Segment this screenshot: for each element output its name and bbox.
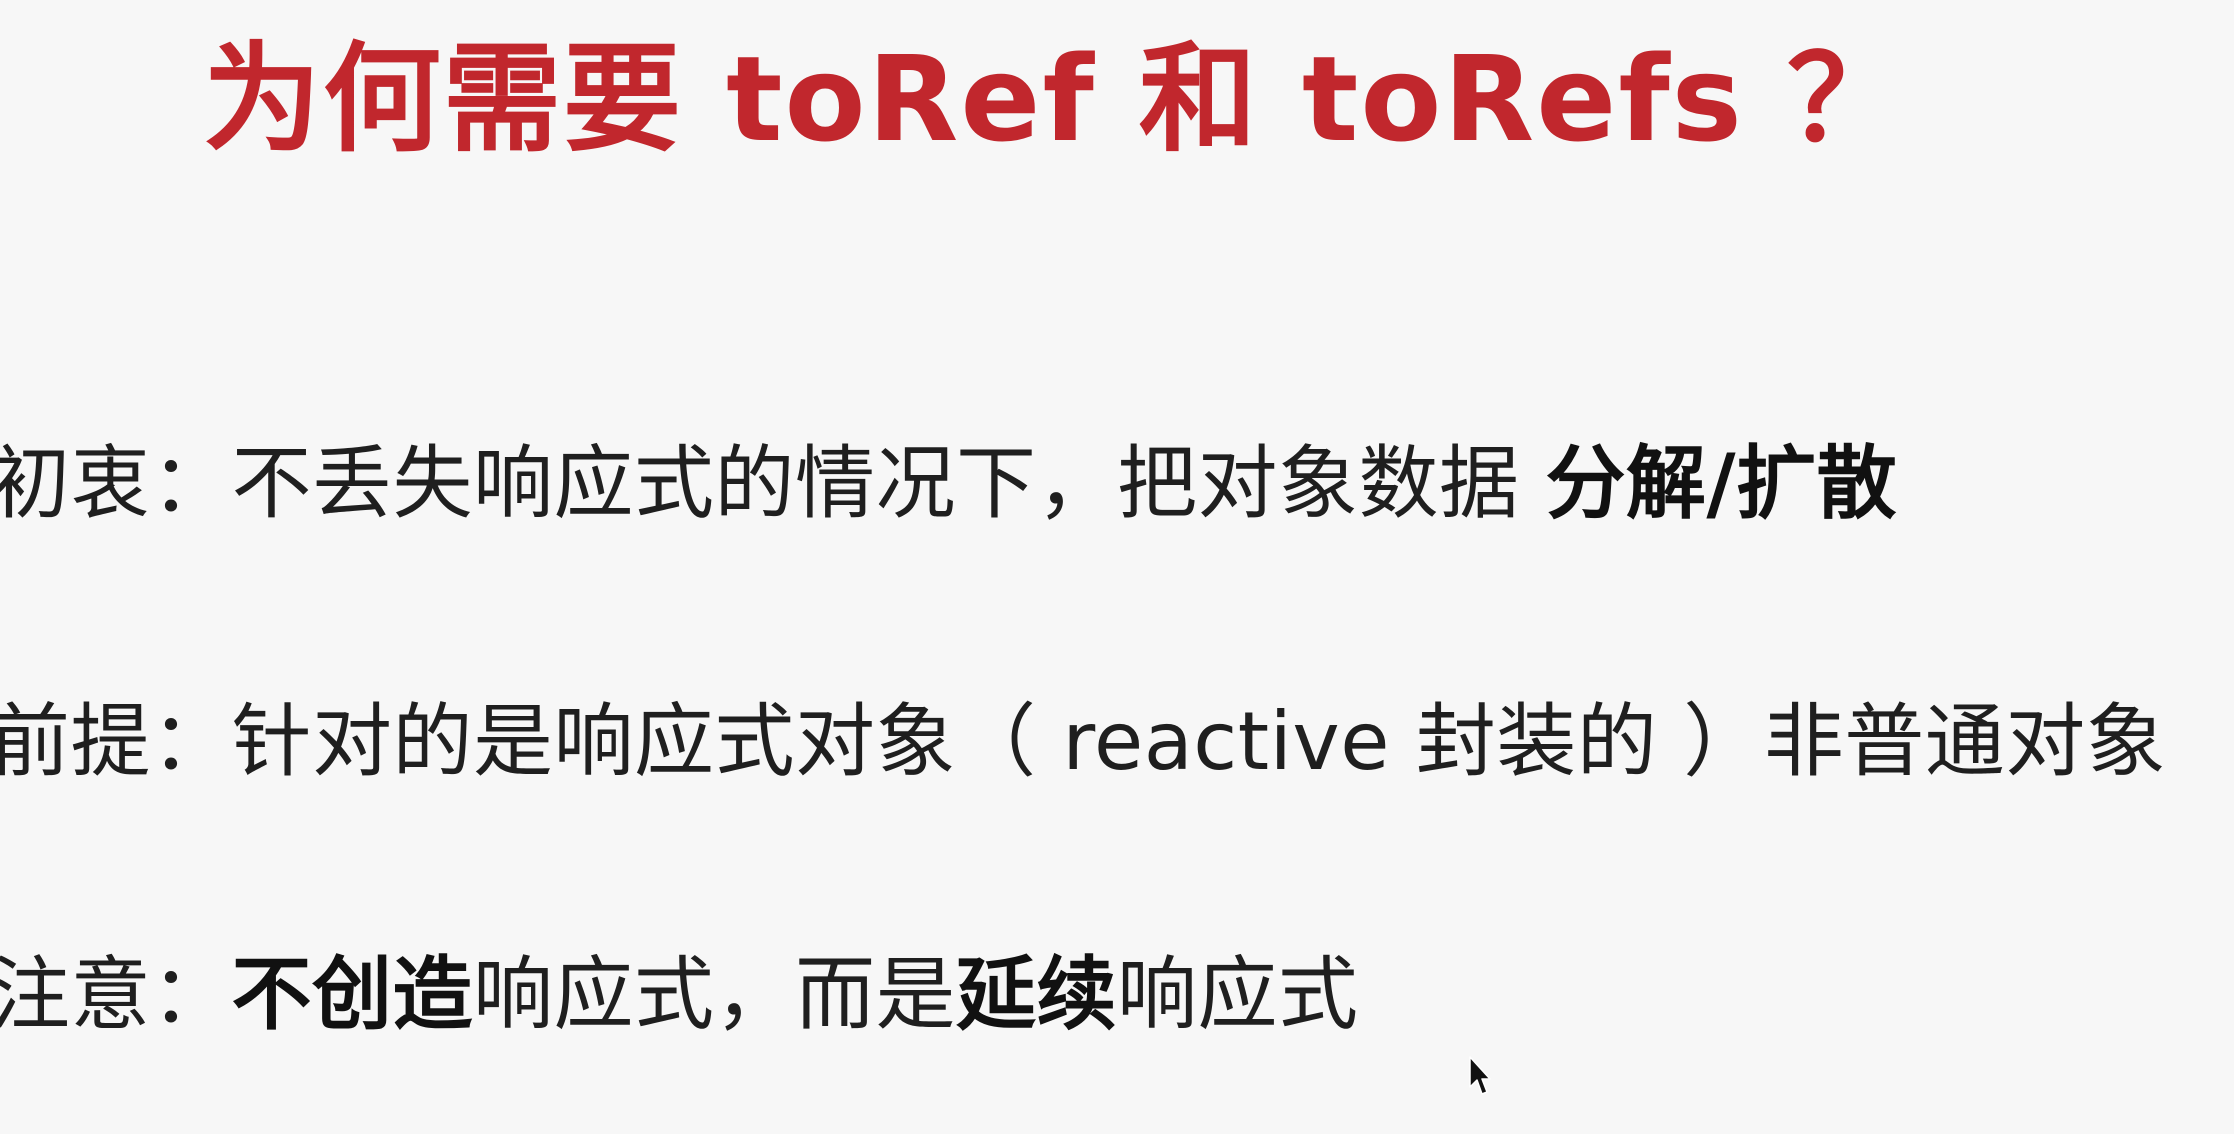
premise-line: 前提：针对的是响应式对象（ reactive 封装的 ）非普通对象 <box>0 682 2234 802</box>
slide-title: 为何需要 toRef 和 toRefs ？ <box>203 30 1907 168</box>
note-text-end: 响应式 <box>1117 948 1359 1041</box>
premise-prefix: 前提： <box>0 695 232 788</box>
note-emphasis-create: 不创造 <box>231 948 473 1041</box>
note-prefix: 注意： <box>0 948 232 1041</box>
note-text-middle: 响应式，而是 <box>473 948 956 1041</box>
mouse-pointer-icon <box>1469 1056 1491 1096</box>
purpose-prefix: 初衷： <box>0 437 232 530</box>
note-line: 注意：不创造响应式，而是延续响应式 <box>0 935 2234 1055</box>
note-emphasis-continue: 延续 <box>956 948 1117 1041</box>
purpose-text: 不丢失响应式的情况下，把对象数据 <box>231 437 1546 530</box>
premise-text: 针对的是响应式对象（ reactive 封装的 ）非普通对象 <box>231 695 2167 788</box>
purpose-emphasis: 分解/扩散 <box>1545 437 1898 530</box>
slide-canvas: 为何需要 toRef 和 toRefs ？ 初衷：不丢失响应式的情况下，把对象数… <box>0 0 2234 1134</box>
purpose-line: 初衷：不丢失响应式的情况下，把对象数据 分解/扩散 <box>0 424 2234 544</box>
